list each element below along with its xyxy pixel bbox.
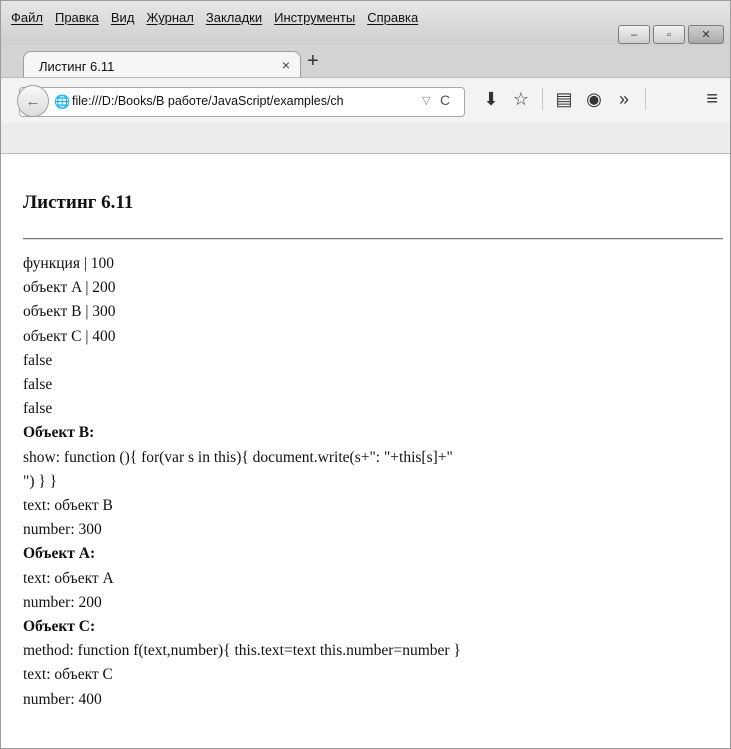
address-bar[interactable]: ← 🌐 file:///D:/Books/В работе/JavaScript… — [17, 85, 465, 117]
navigation-bar: ← 🌐 file:///D:/Books/В работе/JavaScript… — [1, 77, 730, 124]
output-line: text: объект A — [23, 569, 114, 587]
output-line: false — [23, 376, 53, 394]
output-line: функция | 100 — [23, 255, 115, 272]
hamburger-menu-icon[interactable]: ≡ — [706, 88, 718, 111]
maximize-button[interactable]: ▫ — [653, 25, 685, 44]
menu-bookmarks[interactable]: Закладки — [206, 10, 262, 25]
title-bar: Файл Правка Вид Журнал Закладки Инструме… — [1, 1, 730, 45]
back-button[interactable]: ← — [17, 85, 49, 117]
bookmarks-toolbar — [1, 123, 730, 154]
new-tab-button[interactable]: + — [307, 51, 319, 71]
object-heading: Объект A: — [23, 545, 96, 563]
output-line: text: объект C — [23, 666, 113, 684]
output-lines: функция | 100 объект A | 200 объект B | 30… — [23, 252, 723, 712]
output-line: объект B | 300 — [23, 303, 116, 321]
output-line: number: 300 — [23, 521, 102, 539]
object-heading: Объект C: — [23, 618, 96, 636]
download-icon[interactable]: ⬇ — [476, 89, 506, 110]
output-line: объект A | 200 — [23, 279, 116, 297]
output-line: объект C | 400 — [23, 327, 116, 345]
pocket-icon[interactable]: ◉ — [579, 89, 609, 110]
output-line: method: function f(text,number){ this.te… — [23, 642, 461, 660]
tab-close-icon[interactable]: × — [282, 57, 290, 73]
minimize-icon: – — [630, 28, 638, 41]
page-info-icon[interactable]: 🌐 — [54, 94, 70, 110]
menu-tools[interactable]: Инструменты — [274, 10, 355, 25]
toolbar-divider — [542, 88, 543, 110]
page-title: Листинг 6.11 — [23, 192, 134, 213]
menu-bar: Файл Правка Вид Журнал Закладки Инструме… — [11, 10, 430, 25]
back-arrow-icon: ← — [25, 92, 41, 110]
output-line: false — [23, 400, 53, 418]
output-line: false — [23, 351, 53, 369]
tab-title: Листинг 6.11 — [39, 59, 115, 74]
menu-history[interactable]: Журнал — [146, 10, 193, 25]
menu-edit[interactable]: Правка — [55, 10, 99, 25]
menu-view[interactable]: Вид — [111, 10, 135, 25]
reading-list-icon[interactable]: ▤ — [549, 89, 579, 110]
object-heading: Объект B: — [23, 424, 95, 442]
url-text[interactable]: file:///D:/Books/В работе/JavaScript/exa… — [72, 94, 422, 108]
reload-icon[interactable]: C — [440, 92, 450, 108]
output-line: text: объект B — [23, 497, 113, 515]
tab-listing[interactable]: Листинг 6.11 × — [23, 51, 301, 80]
toolbar-divider — [645, 88, 646, 110]
browser-window: Файл Правка Вид Журнал Закладки Инструме… — [0, 0, 731, 749]
close-icon: ✕ — [701, 29, 711, 41]
output-line: number: 400 — [23, 690, 102, 708]
page-content: Листинг 6.11 функция | 100 объект A | 200… — [1, 154, 730, 748]
tab-strip: Листинг 6.11 × + — [1, 45, 730, 80]
horizontal-rule — [23, 238, 723, 240]
output-line: ") } } — [23, 472, 58, 490]
window-controls: – ▫ ✕ — [618, 25, 724, 44]
output-line: number: 200 — [23, 593, 102, 611]
menu-help[interactable]: Справка — [367, 10, 418, 25]
bookmark-star-icon[interactable]: ☆ — [506, 89, 536, 110]
minimize-button[interactable]: – — [618, 25, 650, 44]
toolbar-icons: ⬇ ☆ ▤ ◉ » — [476, 88, 652, 110]
maximize-icon: ▫ — [667, 28, 671, 41]
output-line: show: function (){ for(var s in this){ d… — [23, 448, 453, 466]
menu-file[interactable]: Файл — [11, 10, 43, 25]
url-dropdown-icon[interactable]: ▽ — [422, 94, 430, 107]
close-window-button[interactable]: ✕ — [688, 25, 724, 44]
overflow-icon[interactable]: » — [609, 89, 639, 110]
